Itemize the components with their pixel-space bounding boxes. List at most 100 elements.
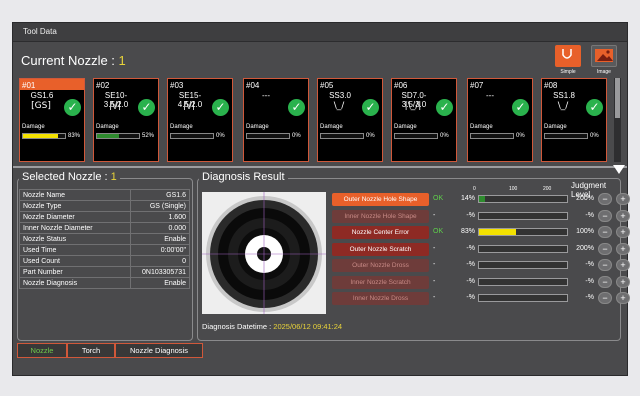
damage-bar [320, 133, 364, 139]
decrease-level-button[interactable]: − [598, 209, 612, 222]
nozzle-card-3[interactable]: #03 SE15-4.5/2.0 |\/| ✓ Damage 0% [167, 78, 233, 162]
diagnosis-bar [478, 277, 568, 286]
damage-bar [470, 133, 514, 139]
info-value: 0N103305731 [130, 266, 190, 278]
increase-level-button[interactable]: + [616, 259, 630, 271]
diagnosis-title: Diagnosis Result [199, 171, 288, 183]
decrease-level-button[interactable]: − [598, 292, 612, 304]
damage-bar [246, 133, 290, 139]
decrease-level-button[interactable]: − [598, 193, 612, 205]
check-icon: ✓ [212, 99, 229, 116]
info-value: 0 [130, 255, 190, 267]
info-label: Part Number [19, 266, 131, 278]
damage-percent: 0% [366, 133, 375, 139]
increase-level-button[interactable]: + [616, 193, 630, 205]
diagnosis-item-button[interactable]: Outer Nozzle Hole Shape [332, 193, 429, 206]
info-label: Nozzle Name [19, 189, 131, 201]
decrease-level-button[interactable]: − [598, 259, 612, 271]
nozzle-icon [562, 49, 572, 59]
diagnosis-percent: -% [466, 294, 475, 301]
increase-level-button[interactable]: + [616, 242, 630, 255]
image-icon [595, 49, 613, 62]
damage-bar [96, 133, 140, 139]
diagnosis-result: - [433, 211, 436, 219]
diagnosis-bar-fill [479, 196, 486, 202]
info-row: Used Time 0:00'00" [19, 244, 190, 256]
increase-level-button[interactable]: + [616, 209, 630, 222]
judgment-level-value: -% [585, 261, 594, 268]
simple-view-button[interactable] [555, 45, 581, 67]
diagnosis-result: - [433, 277, 436, 285]
diagnosis-item-button[interactable]: Inner Nozzle Scratch [332, 275, 429, 289]
check-icon: ✓ [138, 99, 155, 116]
diagnosis-item-button[interactable]: Nozzle Center Error [332, 226, 429, 239]
nozzle-card-2[interactable]: #02 SE10-3.5/2.0 |\/| ✓ Damage 52% [93, 78, 159, 162]
info-row: Nozzle Diagnosis Enable [19, 277, 190, 289]
info-label: Nozzle Type [19, 200, 131, 212]
check-icon: ✓ [512, 99, 529, 116]
diagnosis-item-button[interactable]: Inner Nozzle Hole Shape [332, 209, 429, 223]
info-label: Nozzle Status [19, 233, 131, 245]
nozzle-number: #05 [320, 81, 334, 90]
damage-label: Damage [320, 124, 343, 130]
diagnosis-bar [478, 195, 568, 203]
decrease-level-button[interactable]: − [598, 242, 612, 255]
judgment-level-value: -% [585, 277, 594, 285]
decrease-level-button[interactable]: − [598, 275, 612, 288]
scale-label-100: 100 [509, 186, 518, 192]
diagnosis-result: - [433, 244, 436, 252]
diagnosis-bar [478, 294, 568, 302]
nozzle-strip-scrollbar[interactable] [614, 78, 621, 162]
damage-percent: 52% [142, 133, 155, 139]
nozzle-card-8[interactable]: #08 SS1.8 \_/ ✓ Damage 0% [541, 78, 607, 162]
nozzle-shape-icon: \_/ [557, 101, 569, 111]
nozzle-card-5[interactable]: #05 SS3.0 \_/ ✓ Damage 0% [317, 78, 383, 162]
tab-nozzle-diagnosis[interactable]: Nozzle Diagnosis [115, 343, 203, 358]
info-value: Enable [130, 233, 190, 245]
collapse-triangle-icon[interactable] [613, 165, 625, 174]
nozzle-shape-icon: \_/ [333, 101, 345, 111]
nozzle-number: #06 [394, 81, 408, 90]
diagnosis-item-button[interactable]: Inner Nozzle Dross [332, 292, 429, 305]
info-value: 0.000 [130, 222, 190, 234]
damage-label: Damage [394, 124, 417, 130]
damage-label: Damage [170, 124, 193, 130]
diagnosis-datetime: Diagnosis Datetime : 2025/06/12 09:41:24 [202, 322, 343, 331]
check-icon: ✓ [362, 99, 379, 116]
simple-label: Simple [560, 69, 576, 75]
judgment-level-value: 200% [576, 244, 594, 252]
tab-nozzle[interactable]: Nozzle [17, 343, 67, 358]
nozzle-card-6[interactable]: #06 SD7.0-3.5/3.0 |\_/| ✓ Damage 0% [391, 78, 457, 162]
nozzle-name: --- [262, 91, 270, 100]
diagnosis-percent: -% [466, 244, 475, 252]
nozzle-name: GS1.6 [30, 91, 54, 100]
image-view-button[interactable] [591, 45, 617, 67]
diagnosis-bar [478, 244, 568, 253]
diagnosis-bar [478, 228, 568, 236]
damage-percent: 83% [68, 133, 81, 139]
nozzle-card-1[interactable]: #01 GS1.6 [GS] ✓ Damage 83% [19, 78, 85, 162]
diagnosis-item-button[interactable]: Outer Nozzle Dross [332, 259, 429, 272]
damage-bar-fill [97, 134, 119, 138]
damage-label: Damage [544, 124, 567, 130]
current-nozzle-heading: Current Nozzle : 1 [21, 53, 126, 68]
diagnosis-result: - [433, 261, 436, 268]
increase-level-button[interactable]: + [616, 292, 630, 304]
nozzle-card-7[interactable]: #07 --- ✓ Damage 0% [467, 78, 533, 162]
increase-level-button[interactable]: + [616, 226, 630, 238]
scale-label-200: 200 [543, 186, 552, 192]
decrease-level-button[interactable]: − [598, 226, 612, 238]
diagnosis-percent: 83% [460, 228, 475, 235]
damage-percent: 0% [516, 133, 525, 139]
nozzle-name: SS3.0 [329, 91, 351, 100]
check-icon: ✓ [586, 99, 603, 116]
nozzle-number: #01 [22, 81, 36, 90]
judgment-level-value: 200% [576, 195, 594, 202]
diagnosis-item-button[interactable]: Outer Nozzle Scratch [332, 242, 429, 256]
increase-level-button[interactable]: + [616, 275, 630, 288]
damage-bar [170, 133, 214, 139]
scrollbar-thumb[interactable] [615, 78, 620, 118]
tab-torch[interactable]: Torch [67, 343, 115, 358]
nozzle-shape-icon: |\_/| [404, 101, 422, 111]
nozzle-card-4[interactable]: #04 --- ✓ Damage 0% [243, 78, 309, 162]
